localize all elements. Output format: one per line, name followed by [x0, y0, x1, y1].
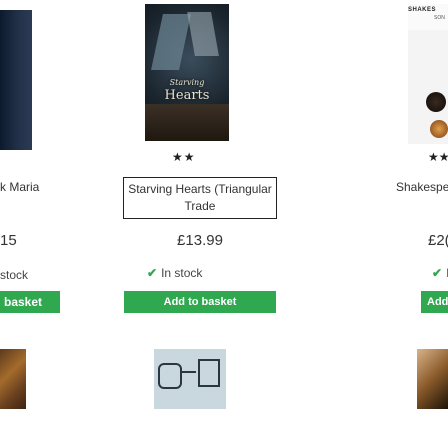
product-cover-image[interactable]: SHAKES SON — [408, 4, 448, 144]
cover-art-shape — [182, 371, 196, 373]
stock-status: ✔In — [432, 266, 448, 280]
stock-status-text: In stock — [161, 266, 203, 280]
cover-art-shape — [145, 104, 229, 141]
cover-art-shape — [426, 92, 446, 112]
add-to-basket-button[interactable]: Add to basket — [124, 291, 276, 313]
add-to-basket-button[interactable]: basket — [0, 291, 60, 313]
cover-text-title: Hearts — [164, 88, 210, 103]
stock-status: ✔ In stock — [147, 266, 202, 280]
cover-text-title: SHAKES — [408, 7, 437, 13]
cover-art-shape — [198, 359, 220, 387]
cover-art-shape — [187, 12, 219, 56]
product-title-link[interactable]: Starving Hearts (Triangular Trade — [123, 177, 277, 219]
add-to-basket-button[interactable]: Add to — [421, 291, 448, 313]
star-rating: ★★ — [428, 150, 448, 164]
cover-text-small: Starving — [169, 78, 205, 87]
cover-art-shape — [151, 14, 191, 70]
check-icon: ✔ — [147, 266, 158, 280]
star-rating: ★★ — [172, 150, 196, 164]
stock-status: stock — [0, 268, 29, 282]
check-icon: ✔ — [432, 266, 443, 280]
product-title-link[interactable]: Shakespea — [396, 180, 448, 194]
cover-art-shape — [158, 363, 182, 389]
product-title[interactable]: k Maria — [0, 180, 39, 194]
product-cover-image[interactable] — [0, 349, 26, 409]
product-cover-image[interactable]: Starving Hearts — [145, 4, 229, 141]
product-cover-image[interactable] — [154, 349, 226, 409]
product-price: £2( — [428, 232, 448, 249]
product-cover-image[interactable] — [417, 349, 448, 409]
cover-text-small: SON — [434, 15, 445, 21]
product-price: £13.99 — [177, 232, 223, 249]
cover-art-shape — [430, 120, 448, 138]
product-cover-image[interactable] — [0, 10, 32, 150]
